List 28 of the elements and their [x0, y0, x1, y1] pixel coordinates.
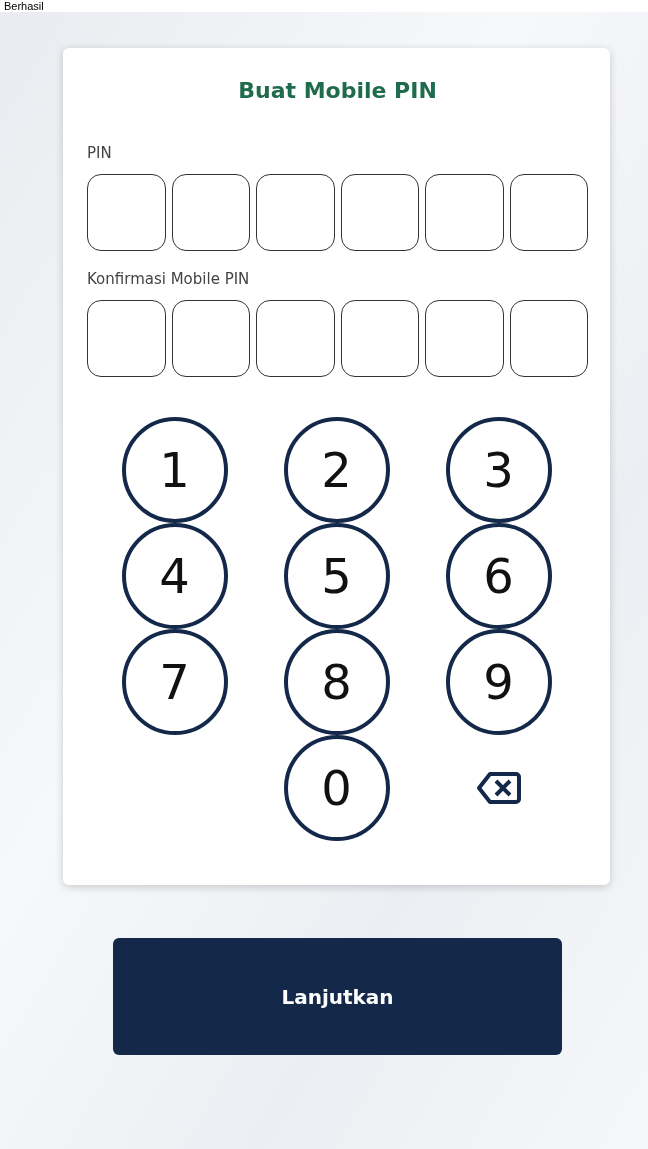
card-title: Buat Mobile PIN [237, 78, 438, 103]
keypad-key[interactable]: 6 [445, 523, 552, 629]
keypad-key[interactable]: 9 [445, 629, 552, 735]
keypad-key[interactable]: 1 [121, 417, 228, 523]
pin-digit-box[interactable] [425, 174, 504, 251]
backspace-icon [475, 771, 522, 805]
pin-digit-box[interactable] [171, 300, 250, 377]
field-label: PIN [87, 144, 112, 162]
keypad-key[interactable]: 7 [121, 629, 228, 735]
keypad-key[interactable]: 2 [283, 417, 390, 523]
keypad-key[interactable]: 3 [445, 417, 552, 523]
pin-digit-box[interactable] [256, 300, 335, 377]
pin-digit-box[interactable] [87, 174, 166, 251]
keypad-key[interactable]: 8 [283, 629, 390, 735]
keypad-key[interactable]: 0 [283, 735, 390, 841]
pin-digit-box[interactable] [509, 174, 588, 251]
continue-button[interactable]: Lanjutkan [113, 938, 562, 1055]
pin-digit-box[interactable] [425, 300, 504, 377]
field-label: Konfirmasi Mobile PIN [87, 270, 250, 288]
pin-digit-box[interactable] [171, 174, 250, 251]
pin-digit-box[interactable] [87, 300, 166, 377]
pin-digit-box[interactable] [340, 300, 419, 377]
header-text: Berhasil [4, 0, 44, 12]
pin-digit-box[interactable] [509, 300, 588, 377]
pin-digit-box[interactable] [340, 174, 419, 251]
keypad-key[interactable]: 5 [283, 523, 390, 629]
pin-digit-box[interactable] [256, 174, 335, 251]
keypad-key[interactable]: 4 [121, 523, 228, 629]
